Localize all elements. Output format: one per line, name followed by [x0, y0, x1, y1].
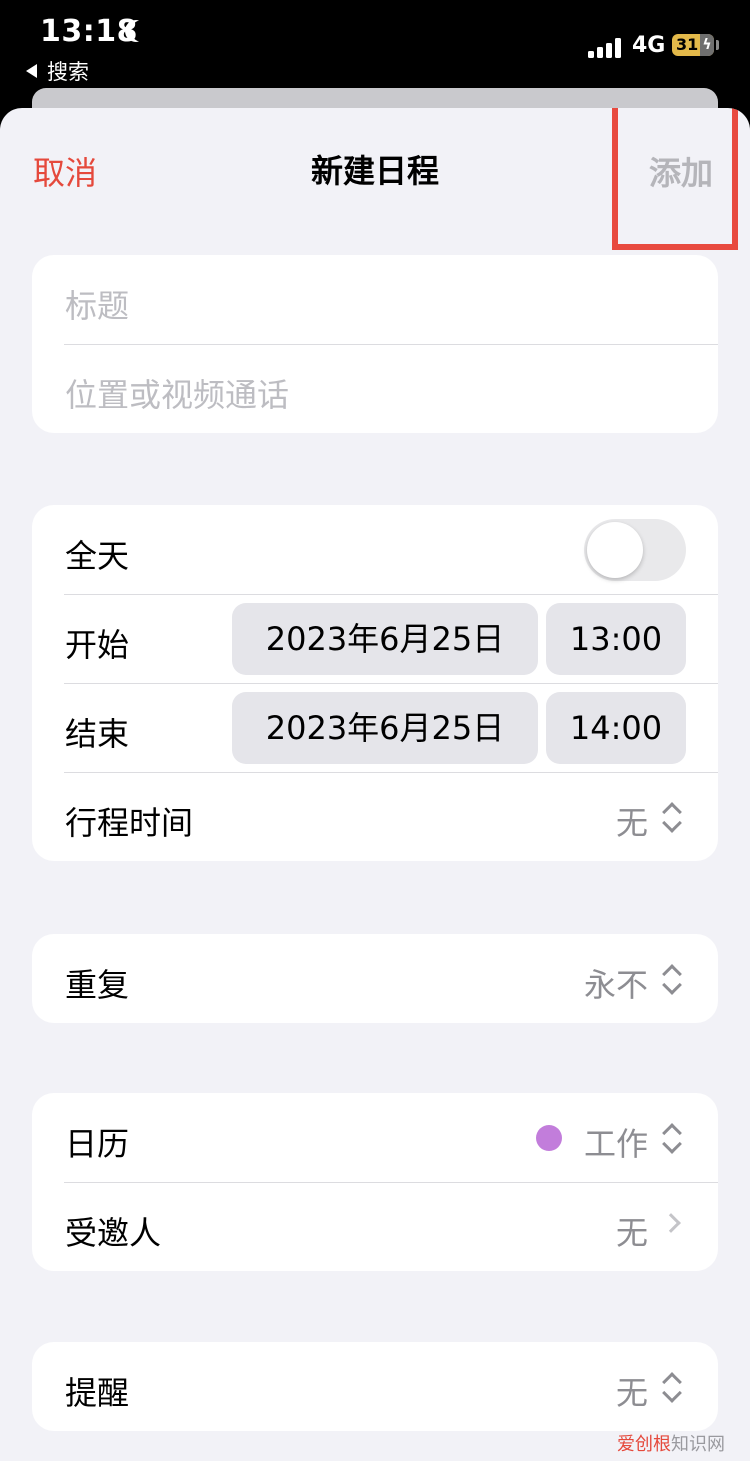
battery-icon: 31 ϟ: [672, 34, 714, 56]
invitees-label: 受邀人: [65, 1214, 162, 1252]
back-triangle-icon: [26, 64, 37, 78]
start-row: 开始 2023年6月25日 13:00: [32, 594, 718, 683]
end-row: 结束 2023年6月25日 14:00: [32, 683, 718, 772]
back-app-label: 搜索: [47, 60, 89, 84]
chevron-up-down-icon: [662, 1370, 682, 1404]
charging-bolt-icon: ϟ: [700, 34, 714, 56]
battery-tip: [716, 40, 719, 50]
end-label: 结束: [65, 715, 130, 753]
chevron-right-icon: [661, 1213, 681, 1233]
new-event-sheet: 取消 新建日程 添加 标题 位置或视频通话 全天 开始 2023年6月25日 1…: [0, 108, 750, 1461]
alert-value: 无: [615, 1374, 648, 1412]
calendar-color-dot: [536, 1125, 562, 1151]
watermark-brand: 爱创根: [617, 1434, 671, 1455]
end-time-button[interactable]: 14:00: [546, 692, 686, 764]
repeat-label: 重复: [65, 966, 130, 1004]
time-group: 全天 开始 2023年6月25日 13:00 结束 2023年6月25日 14:…: [32, 505, 718, 861]
chevron-up-down-icon: [662, 962, 682, 996]
repeat-group: 重复 永不: [32, 934, 718, 1023]
location-row[interactable]: 位置或视频通话: [32, 344, 718, 433]
calendar-group: 日历 工作 受邀人 无: [32, 1093, 718, 1271]
title-field[interactable]: 标题: [65, 281, 129, 327]
start-date-button[interactable]: 2023年6月25日: [232, 603, 538, 675]
status-bar: 13:18 搜索 4G 31 ϟ: [0, 0, 750, 90]
repeat-row[interactable]: 重复 永不: [32, 934, 718, 1023]
start-label: 开始: [65, 626, 130, 664]
start-time-button[interactable]: 13:00: [546, 603, 686, 675]
highlight-annotation-box: [612, 108, 738, 250]
all-day-label: 全天: [65, 537, 130, 575]
location-field[interactable]: 位置或视频通话: [65, 370, 289, 416]
alert-label: 提醒: [65, 1374, 130, 1412]
title-row[interactable]: 标题: [32, 255, 718, 344]
network-type: 4G: [632, 33, 666, 58]
travel-time-label: 行程时间: [65, 804, 194, 842]
calendar-value: 工作: [583, 1125, 648, 1163]
all-day-row: 全天: [32, 505, 718, 594]
chevron-up-down-icon: [662, 1121, 682, 1155]
status-time: 13:18: [40, 14, 138, 49]
toggle-knob: [587, 522, 643, 578]
invitees-row[interactable]: 受邀人 无: [32, 1182, 718, 1271]
calendar-row[interactable]: 日历 工作: [32, 1093, 718, 1182]
travel-time-row[interactable]: 行程时间 无: [32, 772, 718, 861]
battery-level: 31: [676, 35, 699, 54]
invitees-value: 无: [615, 1214, 648, 1252]
details-group: 标题 位置或视频通话: [32, 255, 718, 433]
cellular-signal-icon: [588, 38, 624, 58]
all-day-toggle[interactable]: [584, 519, 686, 581]
watermark-suffix: 知识网: [671, 1434, 725, 1455]
repeat-value: 永不: [583, 966, 648, 1004]
alert-group: 提醒 无: [32, 1342, 718, 1431]
moon-icon: [131, 20, 153, 42]
watermark: 爱创根知识网: [617, 1430, 725, 1456]
end-date-button[interactable]: 2023年6月25日: [232, 692, 538, 764]
calendar-label: 日历: [65, 1125, 130, 1163]
back-to-app-button[interactable]: 搜索: [26, 56, 89, 86]
chevron-up-down-icon: [662, 800, 682, 834]
travel-time-value: 无: [615, 804, 648, 842]
alert-row[interactable]: 提醒 无: [32, 1342, 718, 1431]
